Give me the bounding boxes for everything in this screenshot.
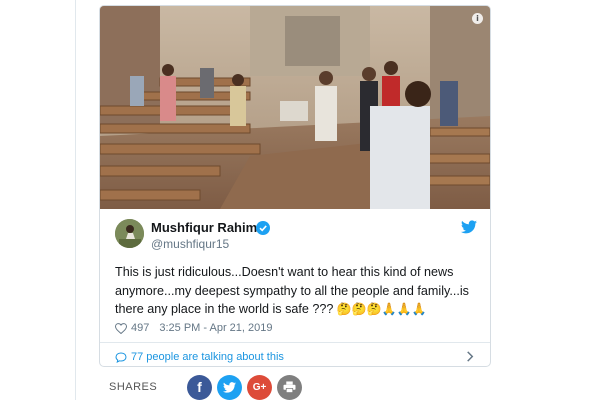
tweet-photo[interactable]: i xyxy=(100,6,490,209)
chevron-right-icon[interactable] xyxy=(466,351,474,362)
card-divider xyxy=(100,342,490,343)
verified-badge-icon xyxy=(256,221,270,235)
like-count[interactable]: 497 xyxy=(131,322,149,334)
author-display-name[interactable]: Mushfiqur Rahim xyxy=(151,220,257,235)
shares-label: SHARES xyxy=(109,381,158,393)
author-handle[interactable]: @mushfiqur15 xyxy=(151,237,229,251)
facebook-icon: f xyxy=(197,379,202,395)
conversation-link[interactable]: 77 people are talking about this xyxy=(115,349,477,365)
tweet-body: This is just ridiculous...Doesn't want t… xyxy=(115,263,480,319)
twitter-bird-icon xyxy=(223,381,236,393)
tweet-timestamp[interactable]: 3:25 PM - Apr 21, 2019 xyxy=(159,322,272,334)
printer-icon xyxy=(283,381,296,393)
tweet-header: Mushfiqur Rahim @mushfiqur15 xyxy=(115,219,477,255)
embedded-tweet-card[interactable]: i Mushfiqur Rahim @mushfiqur15 This is j… xyxy=(99,5,491,367)
share-bar: SHARES f G+ xyxy=(109,374,307,400)
google-plus-icon: G+ xyxy=(252,381,267,393)
avatar[interactable] xyxy=(115,219,144,248)
twitter-bird-icon[interactable] xyxy=(461,220,477,234)
talking-about-text[interactable]: 77 people are talking about this xyxy=(131,351,284,363)
avatar-image xyxy=(115,219,144,248)
facebook-share-button[interactable]: f xyxy=(187,374,212,400)
page-left-border xyxy=(75,0,76,400)
print-button[interactable] xyxy=(277,374,302,400)
heart-icon[interactable] xyxy=(115,322,127,334)
tweet-emojis: 🤔🤔🤔🙏🙏🙏 xyxy=(336,302,427,316)
tweet-meta: 497 3:25 PM - Apr 21, 2019 xyxy=(115,320,273,336)
comment-bubble-icon xyxy=(115,351,127,363)
church-interior-photo xyxy=(100,6,490,209)
google-plus-share-button[interactable]: G+ xyxy=(247,374,272,400)
info-icon[interactable]: i xyxy=(472,13,483,24)
twitter-share-button[interactable] xyxy=(217,374,242,400)
